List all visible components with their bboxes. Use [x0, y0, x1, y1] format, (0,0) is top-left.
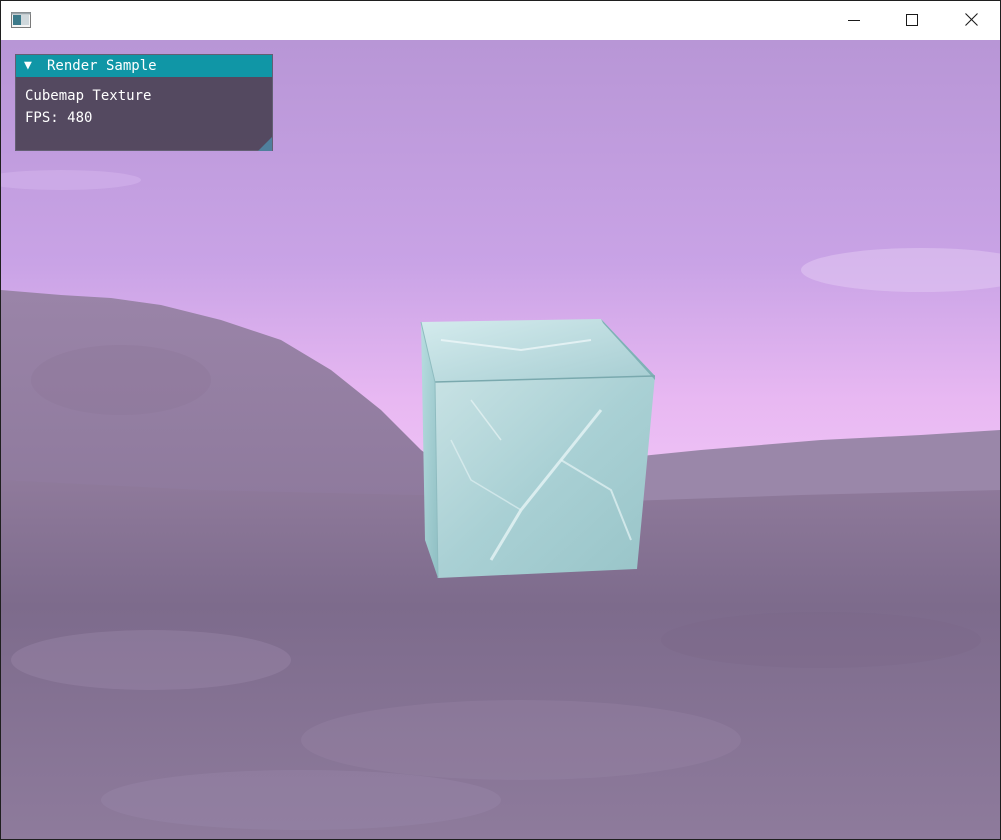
skybox-scene [1, 40, 1000, 839]
panel-title: Render Sample [47, 58, 157, 74]
panel-line-fps: FPS: 480 [25, 110, 93, 126]
collapse-arrow-icon[interactable]: ▼ [24, 58, 32, 74]
resize-grip-icon[interactable] [258, 136, 272, 151]
maximize-icon [906, 11, 918, 30]
close-button[interactable] [942, 1, 1000, 40]
ice-cube [420, 319, 656, 579]
close-icon [964, 11, 978, 30]
render-sample-panel[interactable]: ▼ Render Sample Cubemap Texture FPS: 480 [15, 54, 273, 151]
app-window-icon [11, 12, 31, 28]
panel-line-texture: Cubemap Texture [25, 88, 152, 104]
app-window: ▼ Render Sample Cubemap Texture FPS: 480 [0, 0, 1001, 840]
minimize-button[interactable] [825, 1, 883, 40]
render-viewport[interactable] [1, 40, 1000, 839]
panel-title-bar[interactable]: ▼ Render Sample [16, 55, 272, 77]
maximize-button[interactable] [883, 1, 941, 40]
title-bar[interactable] [1, 1, 1000, 40]
minimize-icon [848, 11, 860, 30]
